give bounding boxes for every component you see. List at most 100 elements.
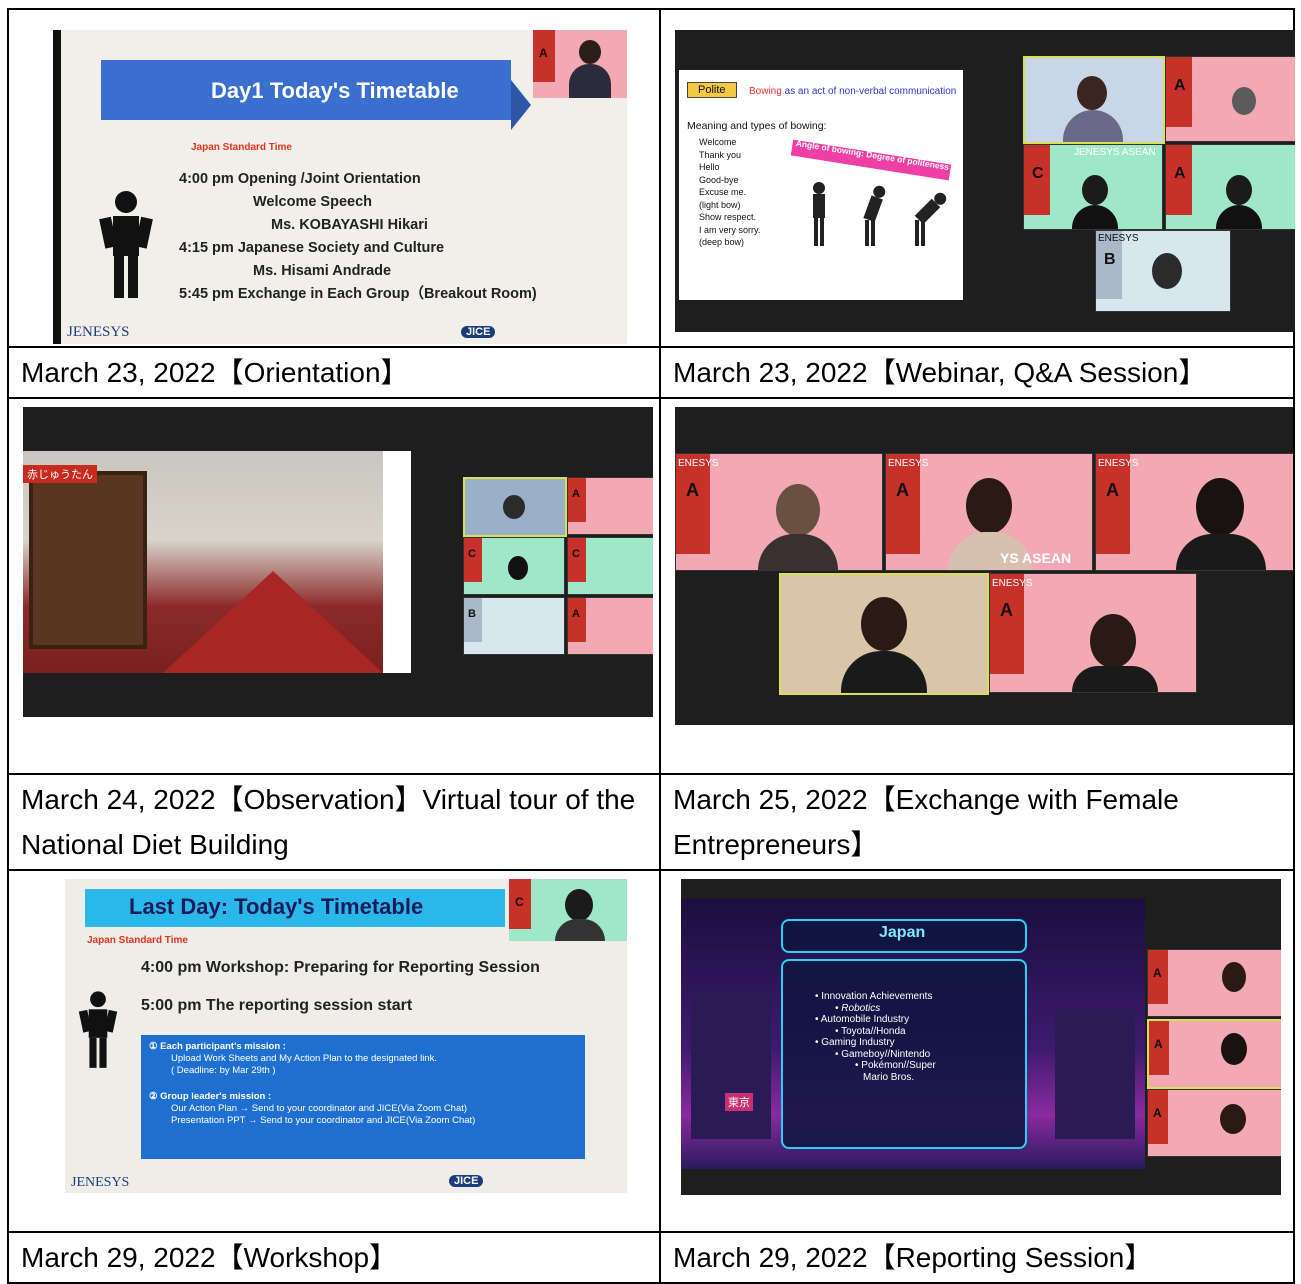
building-silhouette-right — [1055, 1009, 1135, 1139]
participant-thumbnail-c: C JENESYS ASEAN — [1023, 144, 1163, 230]
building-silhouette-left — [691, 989, 771, 1139]
caption-webinar: March 23, 2022【Webinar, Q&A Session】 — [659, 346, 1295, 399]
bullet-list: • Innovation Achievements • Robotics • A… — [815, 991, 936, 1083]
brand-watermark: ENESYS — [1098, 233, 1139, 244]
caption-line: National Diet Building — [21, 829, 289, 860]
team-badge-label: A — [686, 480, 699, 500]
zoom-window: 東京 Japan • Innovation Achievements • Rob… — [681, 879, 1281, 1195]
participant-avatar — [1221, 1033, 1247, 1065]
timetable-line: 4:15 pm Japanese Society and Culture — [179, 240, 445, 256]
participant-body — [1176, 534, 1266, 570]
zoom-window: ENESYS A ENESYS A YS ASEAN ENESYS A ENES… — [675, 407, 1293, 725]
participant-avatar — [1226, 175, 1252, 205]
team-badge — [464, 538, 482, 582]
team-badge — [676, 454, 710, 554]
photo-cell-reporting: 東京 Japan • Innovation Achievements • Rob… — [659, 869, 1295, 1233]
team-badge — [568, 538, 586, 582]
bow-list: Welcome Thank you Hello Good-bye Excuse … — [699, 136, 760, 249]
participant-thumbnail-a: A — [567, 477, 653, 535]
participant-avatar — [1222, 962, 1246, 992]
caption-orientation: March 23, 2022【Orientation】 — [7, 346, 661, 399]
team-badge-label: C — [468, 548, 476, 560]
jice-logo: JICE — [461, 326, 496, 338]
mission-2-text: Our Action Plan → Send to your coordinat… — [171, 1103, 468, 1114]
participant-avatar — [1082, 175, 1108, 205]
bullet-item: • Robotics — [835, 1002, 881, 1014]
mission-1-deadline: ( Deadline: by Mar 29th ) — [171, 1065, 276, 1076]
participant-thumbnail-a2: A — [567, 597, 653, 655]
bowing-figures-icon — [813, 182, 947, 246]
participant-thumbnail-c1: C — [463, 537, 565, 595]
bowing-word: Bowing — [749, 86, 782, 97]
participant-thumbnail: A — [533, 30, 627, 98]
participant-thumbnail-5: ENESYS A — [989, 573, 1197, 693]
photo-cell-orientation: Day1 Today's Timetable Japan Standard Ti… — [7, 8, 661, 348]
caption-line: March 25, 2022【Exchange with Female — [673, 784, 1179, 815]
participant-body — [841, 651, 927, 693]
participant-avatar — [1196, 478, 1244, 536]
reporting-line: 5:00 pm The reporting session start — [141, 997, 413, 1014]
time-zone-label: Japan Standard Time — [191, 142, 292, 153]
team-badge — [886, 454, 920, 554]
participant-avatar — [1090, 614, 1136, 668]
mission-1-text: Upload Work Sheets and My Action Plan to… — [171, 1053, 437, 1064]
timetable: 4:00 pm Opening /Joint Orientation Welco… — [179, 168, 537, 306]
participant-avatar — [1220, 1104, 1246, 1134]
participant-avatar — [579, 40, 601, 64]
participant-body — [758, 534, 838, 570]
team-badge-label: A — [1153, 1106, 1162, 1120]
bow-item: I am very sorry. — [699, 224, 761, 235]
team-badge-label: A — [1153, 966, 1162, 980]
red-carpet — [163, 571, 383, 673]
participant-body — [1072, 205, 1118, 229]
photo-cell-female-entrepreneurs: ENESYS A ENESYS A YS ASEAN ENESYS A ENES… — [659, 397, 1295, 775]
team-badge-label: A — [1154, 1037, 1163, 1051]
team-badge-label: A — [1000, 600, 1013, 620]
participant-avatar — [776, 484, 820, 536]
timetable-line: 5:45 pm Exchange in Each Group（Breakout … — [179, 286, 537, 302]
team-badge — [568, 598, 586, 642]
participant-thumbnail-3: A — [1147, 1089, 1281, 1157]
participant-body — [1063, 110, 1123, 142]
time-zone-label: Japan Standard Time — [87, 935, 188, 946]
brand-watermark: ENESYS — [888, 458, 929, 469]
timetable-line: 4:00 pm Opening /Joint Orientation — [179, 171, 421, 187]
photo-cell-workshop: Last Day: Today's Timetable Japan Standa… — [7, 869, 661, 1233]
caption-workshop: March 29, 2022【Workshop】 — [7, 1231, 661, 1284]
slide-title: Last Day: Today's Timetable — [129, 894, 424, 919]
zoom-window: 赤じゅうたん A C C B A — [23, 407, 653, 717]
team-badge-label: A — [572, 608, 580, 620]
bullet-item: • Automobile Industry — [815, 1014, 910, 1025]
team-badge-label: A — [539, 46, 548, 60]
participant-thumbnail-2: A — [1147, 1019, 1281, 1089]
participant-avatar — [1152, 253, 1182, 289]
team-badge — [1096, 454, 1130, 554]
participant-thumbnail-c2: C — [567, 537, 653, 595]
team-badge — [568, 478, 586, 522]
participant-thumbnail-1: ENESYS A — [675, 453, 883, 571]
team-badge-label: A — [1106, 480, 1119, 500]
bullet-item: • Toyota//Honda — [835, 1025, 906, 1037]
bullet-item: Mario Bros. — [863, 1071, 915, 1083]
wooden-door — [29, 471, 147, 649]
bullet-item: • Pokémon//Super — [855, 1060, 936, 1071]
participant-thumbnail-b: B ENESYS — [1095, 230, 1231, 312]
city-slide: 東京 Japan • Innovation Achievements • Rob… — [681, 899, 1145, 1169]
team-badge-label: A — [572, 488, 580, 500]
brand-watermark: ENESYS — [992, 578, 1033, 589]
shared-slide: Polite Bowing as an act of non-verbal co… — [679, 70, 963, 300]
caption-line: Entrepreneurs】 — [673, 829, 879, 860]
corridor-video — [23, 451, 411, 673]
timetable-line: Welcome Speech — [253, 194, 373, 210]
team-badge — [464, 598, 482, 642]
mission-2-title: ② Group leader's mission : — [149, 1091, 272, 1102]
mission-1-title: ① Each participant's mission : — [149, 1041, 286, 1052]
participant-thumbnail-b: B — [463, 597, 565, 655]
team-badge-label: C — [572, 548, 580, 560]
workshop-line: 4:00 pm Workshop: Preparing for Reportin… — [141, 959, 540, 976]
polite-label: Polite — [687, 82, 737, 98]
participant-thumbnail-4 — [779, 573, 989, 695]
timetable-line: Ms. KOBAYASHI Hikari — [271, 217, 428, 233]
participant-thumbnail-a1: A — [1165, 56, 1295, 142]
team-badge-label: A — [1174, 165, 1186, 182]
